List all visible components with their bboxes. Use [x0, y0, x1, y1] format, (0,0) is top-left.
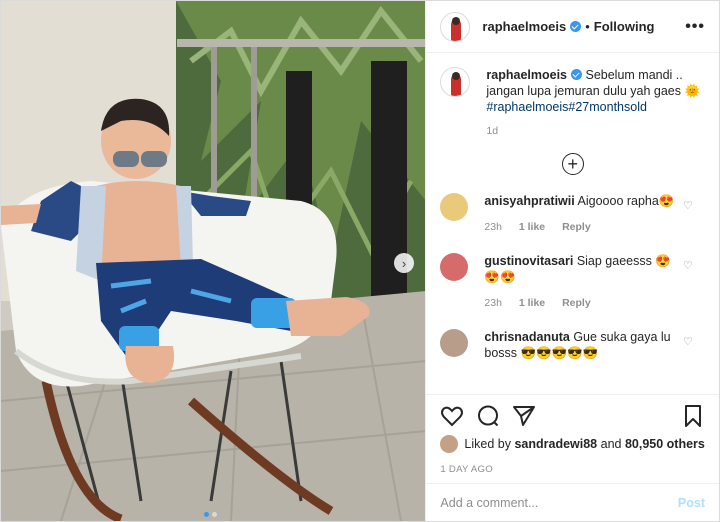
comment-item: chrisnadanuta Gue suka gaya lu bosss 😎😎😎… — [440, 329, 705, 361]
commenter-username[interactable]: gustinovitasari — [484, 254, 573, 268]
carousel-indicator — [204, 512, 217, 517]
post-date: 1 DAY AGO — [440, 464, 493, 475]
comment-bubble-icon[interactable] — [476, 404, 500, 428]
commenter-avatar[interactable] — [440, 193, 469, 221]
comment-text: Aigoooo rapha😍 — [577, 194, 675, 208]
liker-avatar[interactable] — [440, 435, 459, 453]
caption-time: 1d — [486, 125, 499, 137]
liked-others-count[interactable]: 80,950 others — [625, 437, 705, 451]
following-button[interactable]: Following — [594, 19, 655, 34]
comment-likes[interactable]: 1 like — [519, 221, 545, 233]
comment-item: gustinovitasari Siap gaeesss 😍😍😍 23h 1 l… — [440, 253, 705, 311]
comment-like-heart-icon[interactable]: ♡ — [683, 335, 695, 348]
verified-badge-icon — [570, 21, 582, 32]
post-comment-button[interactable]: Post — [678, 496, 705, 510]
add-comment-bar: Add a comment... Post — [426, 483, 719, 521]
caption-avatar[interactable] — [440, 67, 471, 97]
liked-prefix: Liked by — [464, 437, 511, 451]
save-bookmark-icon[interactable] — [681, 404, 705, 428]
more-options-icon[interactable]: ••• — [685, 18, 705, 36]
comment-likes[interactable]: 1 like — [519, 297, 545, 309]
post-photo[interactable]: › — [1, 1, 426, 521]
commenter-avatar[interactable] — [440, 253, 469, 281]
caption-text-line1: Sebelum mandi .. — [585, 68, 683, 82]
caption-username[interactable]: raphaelmoeis — [486, 68, 567, 82]
commenter-avatar[interactable] — [440, 329, 469, 357]
comment-reply-button[interactable]: Reply — [562, 221, 591, 233]
comment-age: 23h — [484, 221, 502, 233]
liked-user[interactable]: sandradewi88 — [514, 437, 597, 451]
post-header: raphaelmoeis • Following ••• — [426, 1, 719, 53]
verified-badge-icon — [571, 69, 582, 80]
comment-age: 23h — [484, 297, 502, 309]
caption-text-line2: jangan lupa jemuran dulu yah gaes 🌞 — [486, 84, 701, 98]
comment-item: anisyahpratiwii Aigoooo rapha😍 23h 1 lik… — [440, 193, 705, 235]
load-more-comments-button[interactable]: + — [561, 153, 584, 175]
comment-like-heart-icon[interactable]: ♡ — [683, 259, 695, 272]
comment-reply-button[interactable]: Reply — [562, 297, 591, 309]
liked-and: and — [600, 437, 622, 451]
header-separator: • — [585, 19, 590, 34]
comment-like-heart-icon[interactable]: ♡ — [683, 199, 695, 212]
carousel-dot-1 — [204, 512, 209, 517]
instagram-post: › raphaelmoeis • Following ••• raphaelmo… — [0, 0, 720, 522]
post-actions: Liked by sandradewi88 and 80,950 others — [426, 394, 719, 458]
photo-illustration — [1, 1, 426, 521]
carousel-dot-2 — [212, 512, 217, 517]
chevron-right-icon: › — [401, 255, 407, 271]
post-sidebar: raphaelmoeis • Following ••• raphaelmoei… — [425, 1, 719, 521]
comment-input[interactable]: Add a comment... — [440, 496, 538, 510]
commenter-username[interactable]: chrisnadanuta — [484, 330, 569, 344]
commenter-username[interactable]: anisyahpratiwii — [484, 194, 574, 208]
share-paper-plane-icon[interactable] — [512, 404, 536, 428]
plus-circle-icon: + — [567, 154, 578, 174]
post-caption: raphaelmoeis Sebelum mandi .. jangan lup… — [440, 67, 705, 115]
author-avatar[interactable] — [440, 11, 471, 42]
carousel-next-button[interactable]: › — [394, 253, 414, 273]
author-username[interactable]: raphaelmoeis — [482, 19, 566, 34]
like-heart-icon[interactable] — [440, 404, 464, 428]
liked-by-summary: Liked by sandradewi88 and 80,950 others — [440, 435, 705, 453]
comments-section[interactable]: raphaelmoeis Sebelum mandi .. jangan lup… — [426, 53, 719, 394]
caption-hashtags[interactable]: #raphaelmoeis#27monthsold — [486, 100, 647, 114]
